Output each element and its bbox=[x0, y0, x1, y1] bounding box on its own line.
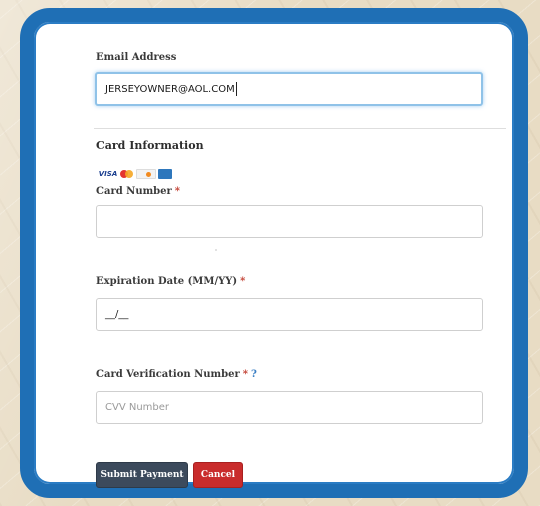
accepted-cards: VISA bbox=[98, 169, 172, 179]
card-number-label: Card Number * bbox=[96, 186, 181, 197]
text-caret bbox=[235, 82, 237, 96]
visa-icon: VISA bbox=[98, 170, 118, 178]
section-divider bbox=[94, 128, 506, 129]
cvv-input[interactable]: CVV Number bbox=[96, 391, 483, 424]
email-input[interactable]: JERSEYOWNER@AOL.COM bbox=[95, 72, 483, 106]
decorative-dot bbox=[215, 249, 217, 251]
expiration-input[interactable]: __/__ bbox=[96, 298, 483, 331]
card-information-title: Card Information bbox=[96, 139, 204, 152]
payment-form: Email Address JERSEYOWNER@AOL.COM Card I… bbox=[34, 22, 514, 488]
discover-icon bbox=[136, 169, 156, 179]
card-number-input[interactable] bbox=[96, 205, 483, 238]
expiration-label: Expiration Date (MM/YY) * bbox=[96, 276, 246, 287]
cvv-label: Card Verification Number *? bbox=[96, 369, 257, 380]
required-marker: * bbox=[240, 276, 246, 287]
payment-form-frame: Email Address JERSEYOWNER@AOL.COM Card I… bbox=[20, 8, 528, 498]
amex-icon bbox=[158, 169, 172, 179]
cvv-placeholder: CVV Number bbox=[105, 402, 170, 413]
expiration-mask: __/__ bbox=[105, 309, 129, 320]
mastercard-icon bbox=[120, 169, 134, 179]
cancel-button[interactable]: Cancel bbox=[193, 462, 243, 488]
email-label: Email Address bbox=[96, 52, 177, 63]
email-value: JERSEYOWNER@AOL.COM bbox=[105, 83, 235, 95]
required-marker: * bbox=[242, 369, 248, 380]
required-marker: * bbox=[174, 186, 181, 197]
submit-payment-button[interactable]: Submit Payment bbox=[96, 462, 188, 488]
help-icon[interactable]: ? bbox=[251, 369, 257, 380]
